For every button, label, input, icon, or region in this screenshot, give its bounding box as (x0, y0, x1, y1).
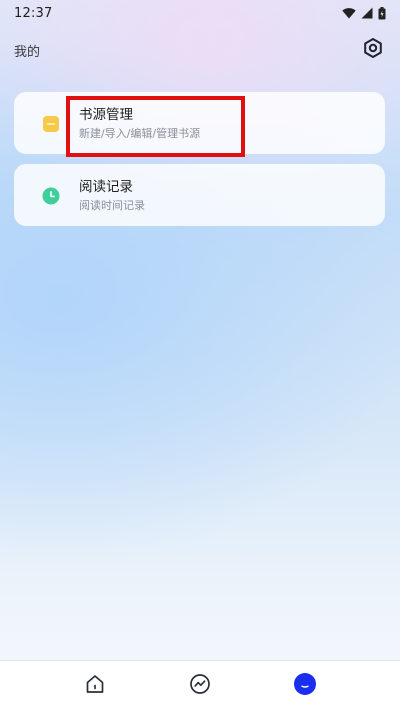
status-bar: 12:37 (0, 0, 400, 26)
reading-record-subtitle: 阅读时间记录 (79, 199, 145, 212)
status-icons (342, 6, 386, 20)
reading-record-text: 阅读记录 阅读时间记录 (79, 178, 145, 214)
book-source-text: 书源管理 新建/导入/编辑/管理书源 (79, 106, 200, 142)
settings-button[interactable] (360, 37, 386, 63)
battery-icon (378, 6, 386, 20)
nav-home[interactable] (81, 672, 109, 700)
book-source-icon (42, 115, 60, 133)
status-time: 12:37 (14, 5, 53, 21)
home-icon (84, 673, 106, 699)
reading-record-title: 阅读记录 (79, 179, 133, 195)
profile-icon (293, 672, 317, 700)
book-source-title: 书源管理 (79, 107, 133, 123)
nav-explore[interactable] (186, 672, 214, 700)
bottom-nav (0, 660, 400, 711)
page-title: 我的 (14, 44, 41, 60)
book-source-card[interactable]: 书源管理 新建/导入/编辑/管理书源 (14, 92, 385, 154)
signal-icon (361, 7, 373, 19)
reading-record-card[interactable]: 阅读记录 阅读时间记录 (14, 164, 385, 226)
nav-mine[interactable] (291, 672, 319, 700)
clock-icon (42, 187, 60, 205)
header: 我的 (0, 34, 400, 66)
wifi-icon (342, 7, 356, 19)
gear-icon (362, 37, 384, 63)
trend-icon (189, 673, 211, 699)
book-source-subtitle: 新建/导入/编辑/管理书源 (79, 127, 201, 140)
